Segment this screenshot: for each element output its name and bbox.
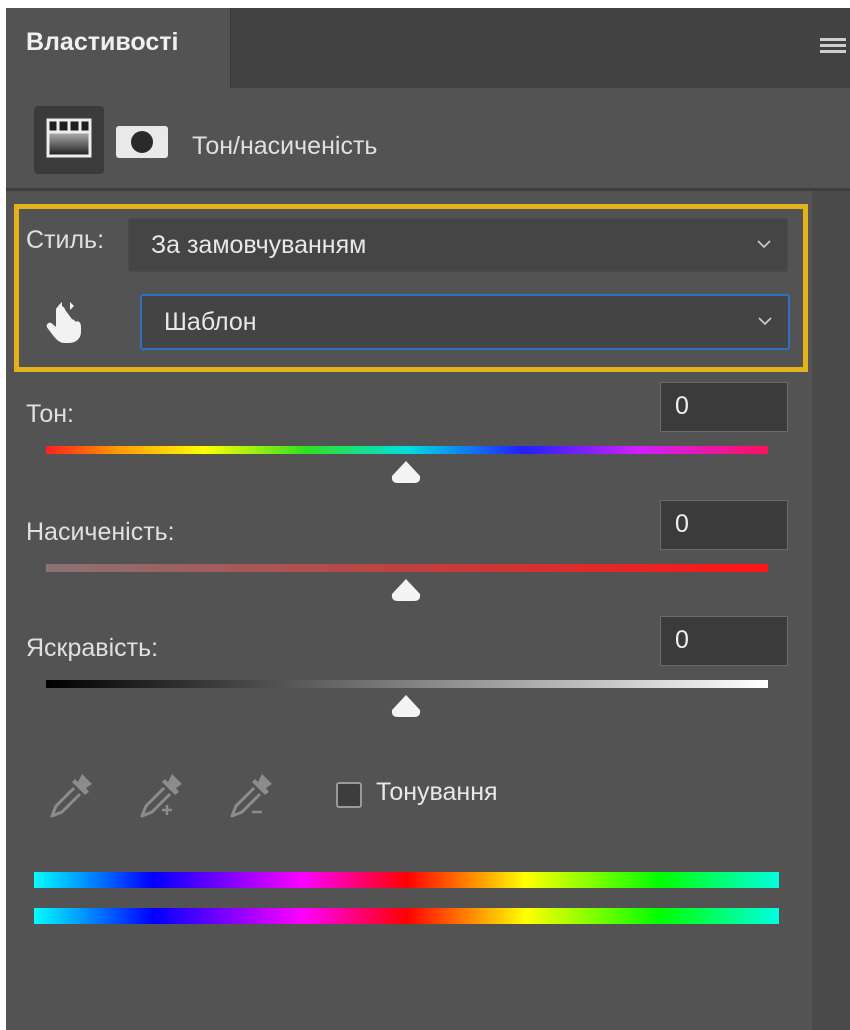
style-dropdown-value: За замовчуванням: [151, 231, 367, 259]
preset-dropdown[interactable]: Шаблон: [140, 294, 790, 350]
lightness-label: Яскравість:: [26, 634, 159, 662]
saturation-value-field[interactable]: 0: [660, 500, 788, 550]
chevron-down-icon: [757, 240, 771, 249]
hamburger-menu-icon[interactable]: [820, 38, 846, 58]
properties-panel: Властивості Тон/насиченість Стиль: За за…: [6, 8, 850, 1030]
eyedropper-subtract-icon[interactable]: [222, 768, 278, 824]
hue-label: Тон:: [26, 400, 74, 428]
saturation-value: 0: [675, 510, 689, 538]
header-divider: [6, 188, 850, 191]
saturation-slider-thumb[interactable]: [390, 578, 422, 602]
adjustment-title: Тон/насиченість: [192, 132, 378, 160]
saturation-slider-track[interactable]: [46, 564, 768, 572]
tab-properties-label: Властивості: [26, 28, 179, 56]
colorize-label: Тонування: [376, 778, 498, 806]
layer-mask-icon[interactable]: [116, 126, 168, 158]
style-dropdown[interactable]: За замовчуванням: [128, 218, 788, 272]
hue-value: 0: [675, 392, 689, 420]
eyedropper-icon[interactable]: [42, 768, 98, 824]
style-label: Стиль:: [26, 226, 105, 254]
output-color-spectrum: [34, 908, 779, 924]
colorize-checkbox[interactable]: [336, 782, 362, 808]
hue-slider-thumb[interactable]: [390, 460, 422, 484]
tab-properties[interactable]: Властивості: [6, 8, 231, 88]
lightness-slider-track[interactable]: [46, 680, 768, 688]
chevron-down-icon: [758, 317, 772, 326]
lightness-slider-thumb[interactable]: [390, 694, 422, 718]
preset-dropdown-value: Шаблон: [164, 308, 257, 336]
panel-tab-bar: Властивості: [6, 8, 850, 88]
input-color-spectrum: [34, 872, 779, 888]
hue-value-field[interactable]: 0: [660, 382, 788, 432]
saturation-label: Насиченість:: [26, 518, 175, 546]
targeted-adjustment-hand-icon[interactable]: [40, 296, 88, 344]
lightness-value: 0: [675, 626, 689, 654]
adjustment-layer-icon[interactable]: [34, 106, 104, 174]
scrollbar-track[interactable]: [812, 191, 850, 1030]
lightness-value-field[interactable]: 0: [660, 616, 788, 666]
eyedropper-add-icon[interactable]: [132, 768, 188, 824]
hue-slider-track[interactable]: [46, 446, 768, 454]
